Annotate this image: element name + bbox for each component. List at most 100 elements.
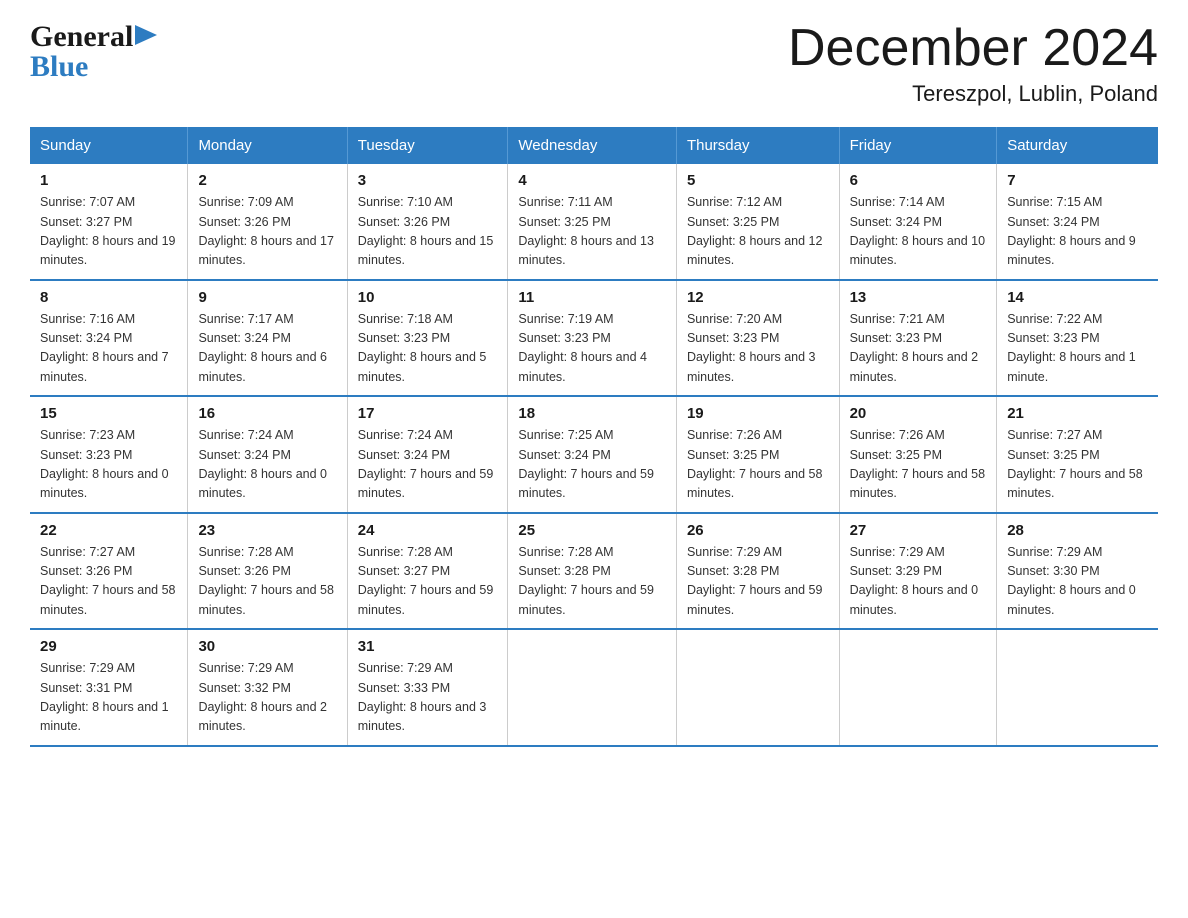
- week-row-5: 29 Sunrise: 7:29 AMSunset: 3:31 PMDayligh…: [30, 629, 1158, 746]
- page-title: December 2024: [788, 20, 1158, 77]
- day-info: Sunrise: 7:24 AMSunset: 3:24 PMDaylight:…: [358, 426, 498, 504]
- day-number: 16: [198, 405, 336, 422]
- day-info: Sunrise: 7:23 AMSunset: 3:23 PMDaylight:…: [40, 426, 177, 504]
- calendar-cell: [997, 629, 1158, 746]
- calendar-cell: [839, 629, 997, 746]
- day-info: Sunrise: 7:29 AMSunset: 3:33 PMDaylight:…: [358, 659, 498, 737]
- day-info: Sunrise: 7:26 AMSunset: 3:25 PMDaylight:…: [850, 426, 987, 504]
- day-number: 15: [40, 405, 177, 422]
- day-number: 26: [687, 522, 829, 539]
- calendar-cell: 16 Sunrise: 7:24 AMSunset: 3:24 PMDayligh…: [188, 396, 347, 513]
- week-row-4: 22 Sunrise: 7:27 AMSunset: 3:26 PMDayligh…: [30, 513, 1158, 630]
- calendar-cell: 10 Sunrise: 7:18 AMSunset: 3:23 PMDayligh…: [347, 280, 508, 397]
- day-number: 11: [518, 289, 666, 306]
- title-block: December 2024 Tereszpol, Lublin, Poland: [788, 20, 1158, 107]
- week-row-2: 8 Sunrise: 7:16 AMSunset: 3:24 PMDaylight…: [30, 280, 1158, 397]
- col-wednesday: Wednesday: [508, 127, 677, 164]
- col-tuesday: Tuesday: [347, 127, 508, 164]
- day-info: Sunrise: 7:28 AMSunset: 3:28 PMDaylight:…: [518, 543, 666, 621]
- day-number: 28: [1007, 522, 1148, 539]
- day-number: 31: [358, 638, 498, 655]
- day-number: 22: [40, 522, 177, 539]
- calendar-cell: 14Sunrise: 7:22 AMSunset: 3:23 PMDayligh…: [997, 280, 1158, 397]
- day-info: Sunrise: 7:11 AMSunset: 3:25 PMDaylight:…: [518, 193, 666, 271]
- header-row: SundayMondayTuesdayWednesdayThursdayFrid…: [30, 127, 1158, 164]
- calendar-cell: 15 Sunrise: 7:23 AMSunset: 3:23 PMDayligh…: [30, 396, 188, 513]
- day-number: 9: [198, 289, 336, 306]
- day-number: 17: [358, 405, 498, 422]
- calendar-cell: 2Sunrise: 7:09 AMSunset: 3:26 PMDaylight…: [188, 164, 347, 280]
- calendar-cell: 28Sunrise: 7:29 AMSunset: 3:30 PMDayligh…: [997, 513, 1158, 630]
- day-info: Sunrise: 7:28 AMSunset: 3:26 PMDaylight:…: [198, 543, 336, 621]
- col-sunday: Sunday: [30, 127, 188, 164]
- day-number: 25: [518, 522, 666, 539]
- calendar-cell: [676, 629, 839, 746]
- calendar-cell: 8 Sunrise: 7:16 AMSunset: 3:24 PMDaylight…: [30, 280, 188, 397]
- day-number: 12: [687, 289, 829, 306]
- day-info: Sunrise: 7:26 AMSunset: 3:25 PMDaylight:…: [687, 426, 829, 504]
- day-number: 29: [40, 638, 177, 655]
- day-number: 8: [40, 289, 177, 306]
- calendar-cell: 29 Sunrise: 7:29 AMSunset: 3:31 PMDayligh…: [30, 629, 188, 746]
- day-info: Sunrise: 7:15 AMSunset: 3:24 PMDaylight:…: [1007, 193, 1148, 271]
- col-thursday: Thursday: [676, 127, 839, 164]
- calendar-cell: 7 Sunrise: 7:15 AMSunset: 3:24 PMDaylight…: [997, 164, 1158, 280]
- calendar-cell: 26 Sunrise: 7:29 AMSunset: 3:28 PMDayligh…: [676, 513, 839, 630]
- day-number: 7: [1007, 172, 1148, 189]
- col-monday: Monday: [188, 127, 347, 164]
- calendar-cell: 30Sunrise: 7:29 AMSunset: 3:32 PMDayligh…: [188, 629, 347, 746]
- day-info: Sunrise: 7:17 AMSunset: 3:24 PMDaylight:…: [198, 310, 336, 388]
- day-info: Sunrise: 7:29 AMSunset: 3:28 PMDaylight:…: [687, 543, 829, 621]
- day-number: 23: [198, 522, 336, 539]
- day-number: 19: [687, 405, 829, 422]
- day-info: Sunrise: 7:25 AMSunset: 3:24 PMDaylight:…: [518, 426, 666, 504]
- day-info: Sunrise: 7:18 AMSunset: 3:23 PMDaylight:…: [358, 310, 498, 388]
- calendar-cell: 6Sunrise: 7:14 AMSunset: 3:24 PMDaylight…: [839, 164, 997, 280]
- day-info: Sunrise: 7:21 AMSunset: 3:23 PMDaylight:…: [850, 310, 987, 388]
- calendar-cell: 27Sunrise: 7:29 AMSunset: 3:29 PMDayligh…: [839, 513, 997, 630]
- day-number: 2: [198, 172, 336, 189]
- week-row-1: 1Sunrise: 7:07 AMSunset: 3:27 PMDaylight…: [30, 164, 1158, 280]
- day-info: Sunrise: 7:29 AMSunset: 3:31 PMDaylight:…: [40, 659, 177, 737]
- calendar-cell: 23 Sunrise: 7:28 AMSunset: 3:26 PMDayligh…: [188, 513, 347, 630]
- calendar-cell: 4 Sunrise: 7:11 AMSunset: 3:25 PMDaylight…: [508, 164, 677, 280]
- logo-arrow-icon: [135, 21, 157, 49]
- logo: General Blue: [30, 20, 157, 84]
- calendar-cell: 19 Sunrise: 7:26 AMSunset: 3:25 PMDayligh…: [676, 396, 839, 513]
- day-number: 3: [358, 172, 498, 189]
- calendar-cell: 31 Sunrise: 7:29 AMSunset: 3:33 PMDayligh…: [347, 629, 508, 746]
- calendar-cell: 22 Sunrise: 7:27 AMSunset: 3:26 PMDayligh…: [30, 513, 188, 630]
- calendar-cell: 20 Sunrise: 7:26 AMSunset: 3:25 PMDayligh…: [839, 396, 997, 513]
- day-number: 6: [850, 172, 987, 189]
- calendar-cell: 12 Sunrise: 7:20 AMSunset: 3:23 PMDayligh…: [676, 280, 839, 397]
- day-number: 4: [518, 172, 666, 189]
- day-info: Sunrise: 7:12 AMSunset: 3:25 PMDaylight:…: [687, 193, 829, 271]
- day-info: Sunrise: 7:07 AMSunset: 3:27 PMDaylight:…: [40, 193, 177, 271]
- page-subtitle: Tereszpol, Lublin, Poland: [788, 81, 1158, 107]
- day-info: Sunrise: 7:27 AMSunset: 3:25 PMDaylight:…: [1007, 426, 1148, 504]
- day-info: Sunrise: 7:20 AMSunset: 3:23 PMDaylight:…: [687, 310, 829, 388]
- calendar-cell: 13 Sunrise: 7:21 AMSunset: 3:23 PMDayligh…: [839, 280, 997, 397]
- col-friday: Friday: [839, 127, 997, 164]
- day-number: 14: [1007, 289, 1148, 306]
- day-number: 20: [850, 405, 987, 422]
- day-number: 13: [850, 289, 987, 306]
- calendar-cell: 24Sunrise: 7:28 AMSunset: 3:27 PMDayligh…: [347, 513, 508, 630]
- logo-general-text: General: [30, 20, 133, 54]
- day-info: Sunrise: 7:19 AMSunset: 3:23 PMDaylight:…: [518, 310, 666, 388]
- day-info: Sunrise: 7:29 AMSunset: 3:32 PMDaylight:…: [198, 659, 336, 737]
- calendar-cell: 9 Sunrise: 7:17 AMSunset: 3:24 PMDaylight…: [188, 280, 347, 397]
- logo-blue-text: Blue: [30, 50, 88, 84]
- week-row-3: 15 Sunrise: 7:23 AMSunset: 3:23 PMDayligh…: [30, 396, 1158, 513]
- calendar-cell: 1Sunrise: 7:07 AMSunset: 3:27 PMDaylight…: [30, 164, 188, 280]
- day-info: Sunrise: 7:24 AMSunset: 3:24 PMDaylight:…: [198, 426, 336, 504]
- day-info: Sunrise: 7:27 AMSunset: 3:26 PMDaylight:…: [40, 543, 177, 621]
- calendar-cell: 18Sunrise: 7:25 AMSunset: 3:24 PMDayligh…: [508, 396, 677, 513]
- day-number: 10: [358, 289, 498, 306]
- page-header: General Blue December 2024 Tereszpol, Lu…: [30, 20, 1158, 107]
- day-number: 24: [358, 522, 498, 539]
- day-info: Sunrise: 7:16 AMSunset: 3:24 PMDaylight:…: [40, 310, 177, 388]
- calendar-cell: 17 Sunrise: 7:24 AMSunset: 3:24 PMDayligh…: [347, 396, 508, 513]
- day-info: Sunrise: 7:29 AMSunset: 3:29 PMDaylight:…: [850, 543, 987, 621]
- calendar-cell: 5Sunrise: 7:12 AMSunset: 3:25 PMDaylight…: [676, 164, 839, 280]
